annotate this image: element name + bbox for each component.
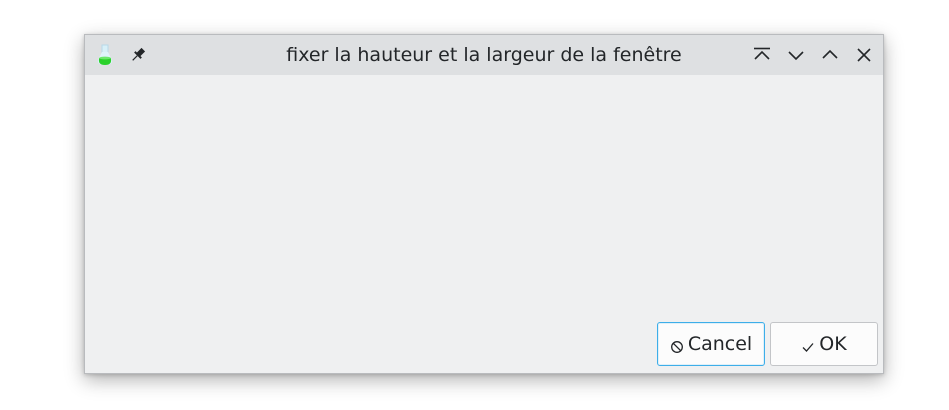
minimize-icon[interactable] bbox=[785, 44, 807, 66]
keep-above-icon[interactable] bbox=[751, 44, 773, 66]
pin-icon[interactable] bbox=[129, 46, 147, 64]
cancel-icon bbox=[670, 337, 684, 353]
maximize-icon[interactable] bbox=[819, 44, 841, 66]
cancel-button[interactable]: Cancel bbox=[657, 322, 765, 366]
cancel-button-label: Cancel bbox=[687, 333, 753, 355]
ok-button-label: OK bbox=[819, 333, 847, 355]
ok-button[interactable]: OK bbox=[770, 322, 878, 366]
close-icon[interactable] bbox=[853, 44, 875, 66]
check-icon bbox=[801, 337, 815, 352]
dialog-window: fixer la hauteur et la largeur de la fen… bbox=[84, 34, 884, 374]
title-bar[interactable]: fixer la hauteur et la largeur de la fen… bbox=[85, 35, 883, 75]
flask-icon[interactable] bbox=[95, 43, 115, 67]
window-title: fixer la hauteur et la largeur de la fen… bbox=[286, 44, 682, 66]
